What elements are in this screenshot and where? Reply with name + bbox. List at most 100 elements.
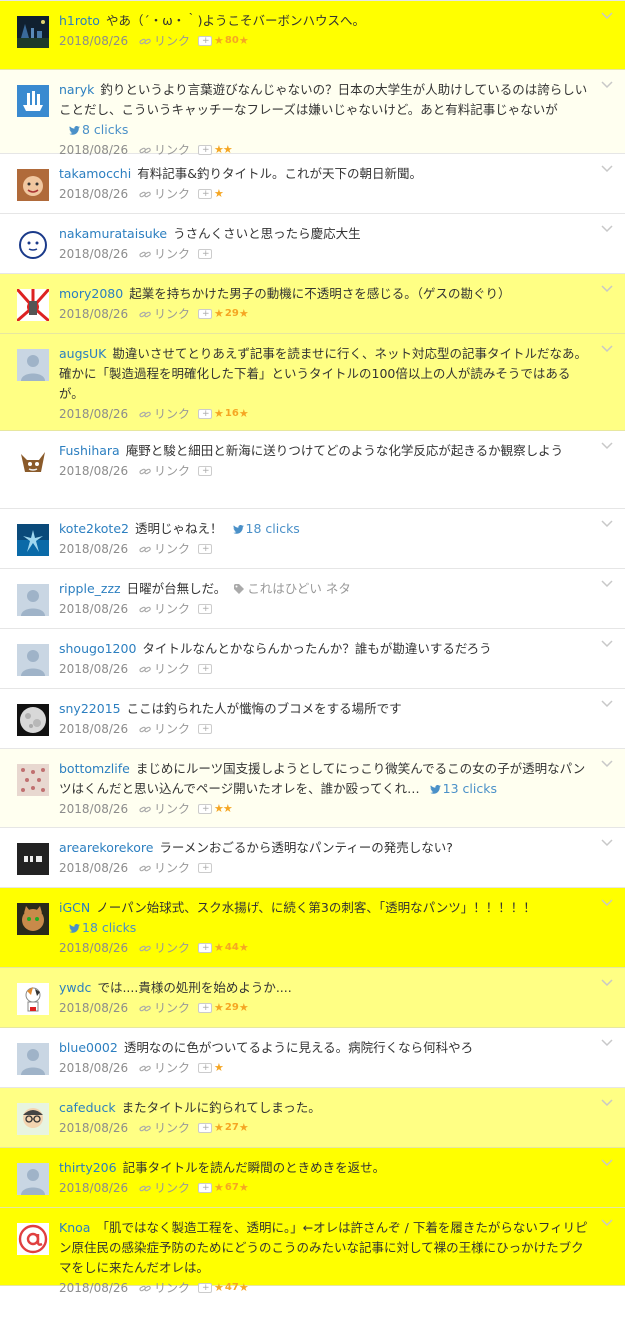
username-link[interactable]: nakamurataisuke [59,226,167,241]
trailing-star-icon[interactable]: ★ [239,1119,249,1137]
username-link[interactable]: iGCN [59,900,90,915]
add-star-button[interactable] [198,185,213,203]
chevron-down-icon[interactable] [601,345,613,357]
star-icons[interactable]: ★ [214,1119,224,1137]
star-icons[interactable]: ★ [214,939,224,957]
username-link[interactable]: shougo1200 [59,641,136,656]
chevron-down-icon[interactable] [601,1099,613,1111]
user-avatar[interactable] [17,169,49,201]
trailing-star-icon[interactable]: ★ [239,305,249,323]
username-link[interactable]: h1roto [59,13,100,28]
chevron-down-icon[interactable] [601,442,613,454]
star-icons[interactable]: ★ [214,32,224,50]
username-link[interactable]: sny22015 [59,701,121,716]
twitter-clicks[interactable]: 8 clicks [69,122,128,137]
user-avatar[interactable] [17,704,49,736]
username-link[interactable]: bottomzlife [59,761,130,776]
chevron-down-icon[interactable] [601,81,613,93]
username-link[interactable]: augsUK [59,346,106,361]
user-avatar[interactable] [17,644,49,676]
chevron-down-icon[interactable] [601,1039,613,1051]
chevron-down-icon[interactable] [601,520,613,532]
permalink[interactable]: リンク [139,720,190,738]
permalink[interactable]: リンク [139,462,190,480]
add-star-button[interactable] [198,1059,213,1077]
permalink[interactable]: リンク [139,1179,190,1197]
add-star-button[interactable] [198,999,213,1017]
add-star-button[interactable] [198,939,213,957]
add-star-button[interactable] [198,800,213,818]
star-count[interactable]: 80 [225,32,239,50]
add-star-button[interactable] [198,1179,213,1197]
trailing-star-icon[interactable]: ★ [239,1179,249,1197]
trailing-star-icon[interactable]: ★ [239,32,249,50]
star-icons[interactable]: ★ [214,305,224,323]
user-avatar[interactable] [17,1223,49,1255]
permalink[interactable]: リンク [139,1119,190,1137]
chevron-down-icon[interactable] [601,979,613,991]
username-link[interactable]: arearekorekore [59,840,153,855]
star-count[interactable]: 29 [225,999,239,1017]
star-icons[interactable]: ★★ [214,800,233,818]
user-avatar[interactable] [17,983,49,1015]
star-icons[interactable]: ★ [214,185,224,203]
user-avatar[interactable] [17,16,49,48]
user-avatar[interactable] [17,764,49,796]
star-count[interactable]: 67 [225,1179,239,1197]
chevron-down-icon[interactable] [601,12,613,24]
permalink[interactable]: リンク [139,305,190,323]
chevron-down-icon[interactable] [601,165,613,177]
chevron-down-icon[interactable] [601,1219,613,1231]
trailing-star-icon[interactable]: ★ [239,999,249,1017]
username-link[interactable]: Knoa [59,1220,90,1235]
permalink[interactable]: リンク [139,405,190,423]
chevron-down-icon[interactable] [601,760,613,772]
add-star-button[interactable] [198,859,213,877]
chevron-down-icon[interactable] [601,839,613,851]
twitter-clicks[interactable]: 13 clicks [429,781,497,796]
user-avatar[interactable] [17,584,49,616]
star-count[interactable]: 29 [225,305,239,323]
permalink[interactable]: リンク [139,859,190,877]
user-avatar[interactable] [17,1103,49,1135]
chevron-down-icon[interactable] [601,225,613,237]
user-avatar[interactable] [17,1043,49,1075]
add-star-button[interactable] [198,600,213,618]
permalink[interactable]: リンク [139,800,190,818]
star-icons[interactable]: ★ [214,1279,224,1297]
user-avatar[interactable] [17,229,49,261]
star-icons[interactable]: ★ [214,1059,224,1077]
permalink[interactable]: リンク [139,600,190,618]
star-icons[interactable]: ★ [214,405,224,423]
username-link[interactable]: Fushihara [59,443,120,458]
add-star-button[interactable] [198,1279,213,1297]
permalink[interactable]: リンク [139,185,190,203]
star-count[interactable]: 47 [225,1279,239,1297]
permalink[interactable]: リンク [139,245,190,263]
trailing-star-icon[interactable]: ★ [239,405,249,423]
user-avatar[interactable] [17,85,49,117]
star-count[interactable]: 27 [225,1119,239,1137]
star-icons[interactable]: ★ [214,1179,224,1197]
chevron-down-icon[interactable] [601,640,613,652]
username-link[interactable]: naryk [59,82,94,97]
username-link[interactable]: takamocchi [59,166,131,181]
user-avatar[interactable] [17,1163,49,1195]
username-link[interactable]: kote2kote2 [59,521,129,536]
star-count[interactable]: 44 [225,939,239,957]
add-star-button[interactable] [198,540,213,558]
add-star-button[interactable] [198,32,213,50]
add-star-button[interactable] [198,720,213,738]
trailing-star-icon[interactable]: ★ [239,939,249,957]
chevron-down-icon[interactable] [601,580,613,592]
user-avatar[interactable] [17,843,49,875]
permalink[interactable]: リンク [139,1279,190,1297]
permalink[interactable]: リンク [139,999,190,1017]
chevron-down-icon[interactable] [601,700,613,712]
permalink[interactable]: リンク [139,939,190,957]
twitter-clicks[interactable]: 18 clicks [232,521,300,536]
username-link[interactable]: ripple_zzz [59,581,121,596]
user-avatar[interactable] [17,903,49,935]
username-link[interactable]: blue0002 [59,1040,118,1055]
chevron-down-icon[interactable] [601,1159,613,1171]
